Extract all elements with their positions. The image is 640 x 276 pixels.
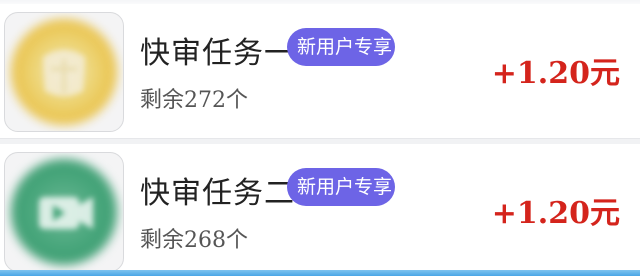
bottom-strip: [0, 270, 640, 276]
video-icon: [39, 197, 93, 229]
task-title: 快审任务二: [140, 176, 295, 211]
remaining-count: 剩余272个: [140, 88, 248, 113]
task-thumbnail: [4, 12, 124, 132]
task-row[interactable]: 快审任务一 新用户专享 剩余272个 +1.20元: [0, 4, 640, 136]
task-thumbnail: [4, 152, 124, 272]
reward-amount: +1.20元: [491, 196, 620, 231]
new-user-badge: 新用户专享: [287, 28, 395, 66]
task-row[interactable]: 快审任务二 新用户专享 剩余268个 +1.20元: [0, 144, 640, 276]
remaining-count: 剩余268个: [140, 228, 248, 253]
reward-amount: +1.20元: [491, 56, 620, 91]
gift-icon: [43, 50, 85, 96]
task-title: 快审任务一: [140, 36, 295, 71]
new-user-badge: 新用户专享: [287, 168, 395, 206]
